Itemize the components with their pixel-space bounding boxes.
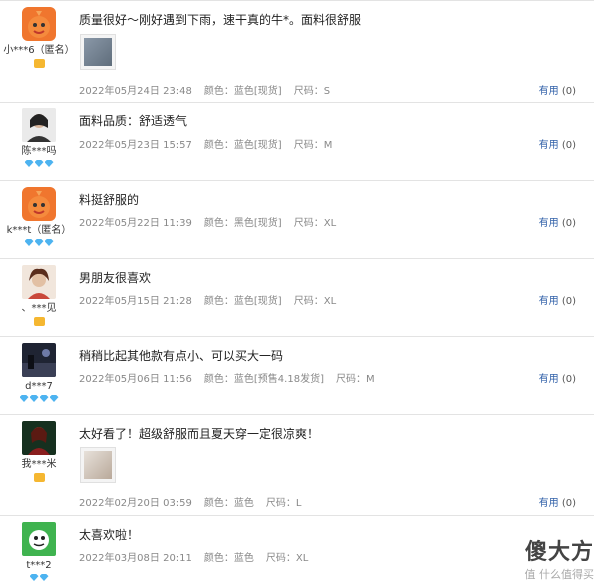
review-item: d***7 稍稍比起其他款有点小、可以买大一码 2022年05月06日 11:5…: [0, 337, 594, 415]
useful-button[interactable]: 有用 (0): [539, 292, 576, 307]
reviewer: 、***见: [0, 259, 78, 326]
review-date: 2022年05月06日 11:56: [79, 374, 192, 385]
watermark: 傻大方 值 什么值得买: [525, 534, 595, 582]
watermark-title: 傻大方: [524, 540, 594, 565]
reviewer-name: 小***6（匿名）: [3, 45, 75, 56]
reviewer-name: 、***见: [21, 303, 57, 314]
review-text: 稍稍比起其他款有点小、可以买大一码: [79, 349, 284, 363]
review-image-thumbnail[interactable]: [80, 34, 116, 70]
review-item: 、***见 男朋友很喜欢 2022年05月15日 21:28 颜色：蓝色[现货] 尺…: [0, 259, 594, 337]
level-badge: [0, 395, 78, 402]
review-item: 陈***吗 面料品质：舒适透气 2022年05月23日 15:57 颜色：蓝色[现…: [0, 102, 594, 181]
review-size: 尺码：XL: [293, 296, 337, 307]
reviewer: 小***6（匿名）: [0, 1, 78, 68]
review-text: 面料品质：舒适透气: [79, 114, 188, 128]
review-meta: 2022年03月08日 20:11 颜色：蓝色 尺码：XL: [79, 549, 320, 564]
useful-button[interactable]: 有用 (0): [539, 214, 576, 229]
review-meta: 2022年02月20日 03:59 颜色：蓝色 尺码：L: [79, 494, 313, 509]
review-text: 料挺舒服的: [79, 193, 140, 207]
portrait-avatar-icon[interactable]: [22, 108, 56, 142]
reviewer: t***2: [0, 516, 78, 581]
review-size: 尺码：M: [293, 140, 333, 151]
reviewer: 陈***吗: [0, 102, 78, 167]
review-text: 男朋友很喜欢: [79, 271, 152, 285]
review-meta: 2022年05月06日 11:56 颜色：蓝色[预售4.18发货] 尺码：M: [79, 370, 387, 385]
review-color: 颜色：黑色[现货]: [203, 218, 282, 229]
useful-button[interactable]: 有用 (0): [539, 370, 576, 385]
reviewer: d***7: [0, 337, 78, 402]
review-size: 尺码：XL: [293, 218, 337, 229]
review-date: 2022年02月20日 03:59: [79, 498, 192, 509]
orange-mascot-icon[interactable]: [22, 187, 56, 221]
review-meta: 2022年05月23日 15:57 颜色：蓝色[现货] 尺码：M: [79, 136, 344, 151]
watermark-subtitle: 值 什么值得买: [524, 568, 595, 581]
reviewer: 我***米: [0, 415, 78, 482]
review-color: 颜色：蓝色: [203, 553, 254, 564]
review-item: 我***米 太好看了！超级舒服而且夏天穿一定很凉爽！ 2022年02月20日 0…: [0, 415, 594, 516]
review-item: k***t（匿名） 料挺舒服的 2022年05月22日 11:39 颜色：黑色[现…: [0, 181, 594, 259]
review-size: 尺码：S: [293, 86, 331, 97]
reviewer-name: d***7: [25, 381, 53, 392]
level-badge: [0, 239, 78, 246]
review-text: 太喜欢啦！: [79, 528, 140, 542]
reviewer-name: 我***米: [21, 459, 57, 470]
review-size: 尺码：L: [265, 498, 302, 509]
review-date: 2022年05月15日 21:28: [79, 296, 192, 307]
photo-avatar-icon[interactable]: [22, 343, 56, 377]
review-text: 质量很好～刚好遇到下雨，速干真的牛*。面料很舒服: [79, 13, 362, 27]
useful-button[interactable]: 有用 (0): [539, 494, 576, 509]
review-size: 尺码：XL: [265, 553, 309, 564]
review-text: 太好看了！超级舒服而且夏天穿一定很凉爽！: [79, 427, 320, 441]
review-meta: 2022年05月24日 23:48 颜色：蓝色[现货] 尺码：S: [79, 82, 342, 97]
review-color: 颜色：蓝色: [203, 498, 254, 509]
level-badge: [0, 473, 78, 482]
review-date: 2022年05月22日 11:39: [79, 218, 192, 229]
useful-button[interactable]: 有用 (0): [539, 136, 576, 151]
green-cartoon-avatar-icon[interactable]: [22, 522, 56, 556]
level-badge: [0, 574, 78, 581]
level-badge: [0, 160, 78, 167]
review-color: 颜色：蓝色[现货]: [203, 86, 282, 97]
reviewer-name: 陈***吗: [21, 146, 57, 157]
reviewer-name: k***t（匿名）: [6, 225, 72, 236]
review-item: t***2 太喜欢啦！ 2022年03月08日 20:11 颜色：蓝色 尺码：XL: [0, 516, 594, 586]
review-size: 尺码：M: [335, 374, 375, 385]
orange-mascot-icon[interactable]: [22, 7, 56, 41]
level-badge: [0, 59, 78, 68]
review-meta: 2022年05月15日 21:28 颜色：蓝色[现货] 尺码：XL: [79, 292, 348, 307]
review-image-thumbnail[interactable]: [80, 447, 116, 483]
review-date: 2022年03月08日 20:11: [79, 553, 192, 564]
useful-button[interactable]: 有用 (0): [539, 82, 576, 97]
portrait-avatar-icon[interactable]: [22, 265, 56, 299]
review-color: 颜色：蓝色[现货]: [203, 296, 282, 307]
review-date: 2022年05月24日 23:48: [79, 86, 192, 97]
review-color: 颜色：蓝色[预售4.18发货]: [203, 374, 324, 385]
level-badge: [0, 317, 78, 326]
review-color: 颜色：蓝色[现货]: [203, 140, 282, 151]
review-meta: 2022年05月22日 11:39 颜色：黑色[现货] 尺码：XL: [79, 214, 348, 229]
reviewer-name: t***2: [26, 560, 52, 571]
review-item: 小***6（匿名） 质量很好～刚好遇到下雨，速干真的牛*。面料很舒服 2022年…: [0, 0, 594, 103]
reviewer: k***t（匿名）: [0, 181, 78, 246]
review-date: 2022年05月23日 15:57: [79, 140, 192, 151]
photo-avatar-icon[interactable]: [22, 421, 56, 455]
